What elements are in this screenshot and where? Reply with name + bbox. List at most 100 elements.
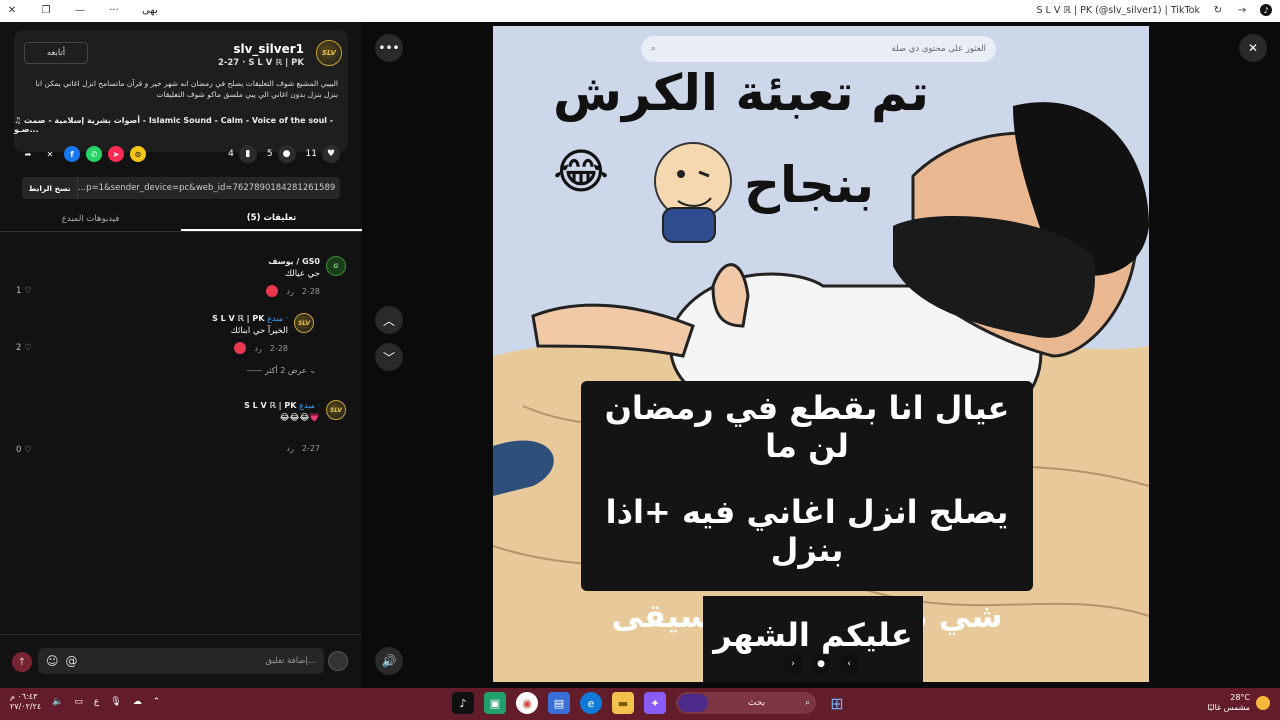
view-more-replies[interactable]: —— عرض 2 أكثر ⌄ xyxy=(246,366,316,375)
next-video-icon[interactable]: ﹀ xyxy=(375,343,403,371)
comment-avatar[interactable]: SLV xyxy=(294,313,314,333)
taskbar-search-label: بحث xyxy=(747,698,766,708)
send-to-friend-icon[interactable]: ➤ xyxy=(108,146,124,162)
chevron-down-icon: ⌄ xyxy=(309,366,316,375)
network-icon[interactable]: ▭ xyxy=(74,697,83,707)
comment-input-placeholder: إضافة تعليق... xyxy=(265,656,316,666)
restore-window-icon[interactable]: ❐ xyxy=(40,4,52,16)
reply-link[interactable]: رد xyxy=(286,287,293,296)
copy-link-bar: نسخ الرابط ...p=1&sender_device=pc&web_i… xyxy=(22,177,340,199)
laughing-emoji: 😂 xyxy=(553,144,610,200)
carousel-dots: › ● ‹ xyxy=(783,654,859,674)
clock[interactable]: ٠٦:٤٣ م ٢٧/٠٢/٢٤ xyxy=(10,692,41,712)
speaker-icon[interactable]: 🔈 xyxy=(52,697,63,707)
taskbar-search[interactable]: بحث ⌕ xyxy=(676,692,816,714)
comment-item: SLV S L V ℝ | PK مبدع · 😂😂😂💗 رد 2-27 0 ♡ xyxy=(16,400,346,455)
tab-comments[interactable]: تعليقات (5) xyxy=(181,206,362,231)
window-title: S L V ℝ | PK (@slv_silver1) | TikTok xyxy=(1036,4,1200,16)
x-icon[interactable]: ✕ xyxy=(42,146,58,162)
share-group: ➦ ✕ f ✆ ➤ ⊙ xyxy=(20,146,146,162)
close-window-icon[interactable]: ✕ xyxy=(6,4,18,16)
creator-username[interactable]: slv_silver1 xyxy=(233,42,304,56)
music-note-icon: ♫ xyxy=(14,116,24,125)
comment-author[interactable]: S L V ℝ | PK مبدع · xyxy=(244,401,320,410)
creator-avatar[interactable]: SLV xyxy=(316,40,342,66)
tiktok-logo-icon: ♪ xyxy=(1260,4,1272,16)
search-icon: ⌕ xyxy=(651,44,656,54)
likes-count: 11 xyxy=(305,149,317,159)
send-comment-button[interactable]: ↑ xyxy=(12,652,32,672)
comment-icon[interactable]: ● xyxy=(277,145,296,163)
embed-icon[interactable]: ⊙ xyxy=(130,146,146,162)
comment-like[interactable]: 2 ♡ xyxy=(16,343,32,353)
share-arrow-icon[interactable]: ➦ xyxy=(20,146,36,162)
comment-like[interactable]: 0 ♡ xyxy=(16,445,32,455)
more-options-icon[interactable]: ··· xyxy=(108,4,120,16)
file-explorer-icon[interactable]: ▬ xyxy=(612,692,634,714)
emoji-icon[interactable]: ☺ xyxy=(46,654,59,668)
onedrive-icon[interactable]: ☁ xyxy=(133,697,142,707)
creator-liked-avatar xyxy=(266,285,279,297)
mention-icon[interactable]: @ xyxy=(66,654,78,668)
comment-item: G يوسف / GS0 حي عيالك رد 2-28 1 ♡ xyxy=(16,256,346,300)
carousel-next-icon[interactable]: › xyxy=(783,654,803,674)
tiktok-app-icon[interactable]: ♪ xyxy=(452,692,474,714)
follow-button[interactable]: أتابعه xyxy=(24,42,88,64)
comment-like[interactable]: 1 ♡ xyxy=(16,286,32,296)
comment-like-count: 1 xyxy=(16,286,22,296)
comment-author[interactable]: S L V ℝ | PK مبدع · xyxy=(212,314,288,323)
edge-icon[interactable]: e xyxy=(580,692,602,714)
chrome-icon[interactable]: ◉ xyxy=(516,692,538,714)
windows-start-icon[interactable]: ⊞ xyxy=(826,692,848,714)
post-description: البيبي المشبع شوف التعليقات يصلح في رمضا… xyxy=(35,79,338,99)
minimize-window-icon[interactable]: — xyxy=(74,4,86,16)
comment-date: 2-28 xyxy=(269,343,288,353)
whatsapp-icon[interactable]: ✆ xyxy=(86,146,102,162)
carousel-dot-active[interactable]: ● xyxy=(811,654,831,674)
comment-author[interactable]: يوسف / GS0 xyxy=(268,257,320,266)
carousel-prev-icon[interactable]: ‹ xyxy=(839,654,859,674)
more-icon[interactable]: ••• xyxy=(375,34,403,62)
refresh-icon[interactable]: ↻ xyxy=(1212,4,1224,16)
tab-creator-videos[interactable]: فيديوهات المبدع xyxy=(0,206,181,231)
comment-meta: رد 2-27 xyxy=(286,444,320,453)
microphone-icon[interactable]: 🎙 xyxy=(110,697,121,707)
comment-text: 😂😂😂💗 xyxy=(279,413,320,423)
reply-link[interactable]: رد xyxy=(286,444,293,453)
chat-app-icon[interactable]: ▣ xyxy=(484,692,506,714)
heart-outline-icon: ♡ xyxy=(24,343,32,353)
caption-line-2: يصلح انزل اغاني فيه +اذا بنزل xyxy=(605,493,1009,569)
heart-outline-icon: ♡ xyxy=(24,286,32,296)
weather-widget[interactable]: 28°C مشمس غالبًا xyxy=(1207,693,1270,713)
chevron-up-icon[interactable]: ⌃ xyxy=(153,697,161,707)
music-title[interactable]: ♫ أصوات بشرية إسلامية - صمت - Islamic So… xyxy=(14,116,338,134)
comment-avatar[interactable]: G xyxy=(326,256,346,276)
facebook-icon[interactable]: f xyxy=(64,146,80,162)
comment-tabs: فيديوهات المبدع تعليقات (5) xyxy=(0,206,362,232)
comment-avatar[interactable]: SLV xyxy=(326,400,346,420)
comment-input[interactable]: ☺ @ إضافة تعليق... xyxy=(38,648,324,674)
system-tray: ٠٦:٤٣ م ٢٧/٠٢/٢٤ 🔈 ▭ ع 🎙 ☁ ⌃ xyxy=(10,692,160,712)
copilot-icon[interactable]: ✦ xyxy=(644,692,666,714)
copy-link-button[interactable]: نسخ الرابط xyxy=(22,177,78,199)
bookmark-icon[interactable]: ▮ xyxy=(238,145,257,163)
heart-icon[interactable]: ♥ xyxy=(322,145,340,163)
language-indicator[interactable]: ع xyxy=(94,697,99,707)
comment-panel: أتابعه slv_silver1 2-27 · S L V ℝ | PK S… xyxy=(0,22,362,688)
caption-line-1: عيال انا بقطع في رمضان لن ما xyxy=(604,389,1010,465)
close-icon[interactable]: ✕ xyxy=(1239,34,1267,62)
reply-link[interactable]: رد xyxy=(254,344,261,353)
creator-tag: مبدع · xyxy=(267,314,288,323)
user-avatar[interactable] xyxy=(328,651,348,671)
forward-icon[interactable]: → xyxy=(1236,4,1248,16)
related-search-bar[interactable]: ⌕ العثور على محتوى ذي صلة xyxy=(641,36,996,62)
caption-box: عيال انا بقطع في رمضان لن ما يصلح انزل ا… xyxy=(581,381,1033,673)
view-more-label: عرض 2 أكثر xyxy=(264,366,307,375)
video-link-url[interactable]: ...p=1&sender_device=pc&web_id=762789018… xyxy=(78,183,340,193)
volume-icon[interactable]: 🔊 xyxy=(375,647,403,675)
saves-count: 4 xyxy=(228,149,234,159)
previous-video-icon[interactable]: ︿ xyxy=(375,306,403,334)
store-icon[interactable]: ▤ xyxy=(548,692,570,714)
comment-author-name: S L V ℝ | PK xyxy=(244,401,297,410)
video-frame[interactable]: ⌕ العثور على محتوى ذي صلة تم تعبئة الكرش… xyxy=(493,26,1149,682)
